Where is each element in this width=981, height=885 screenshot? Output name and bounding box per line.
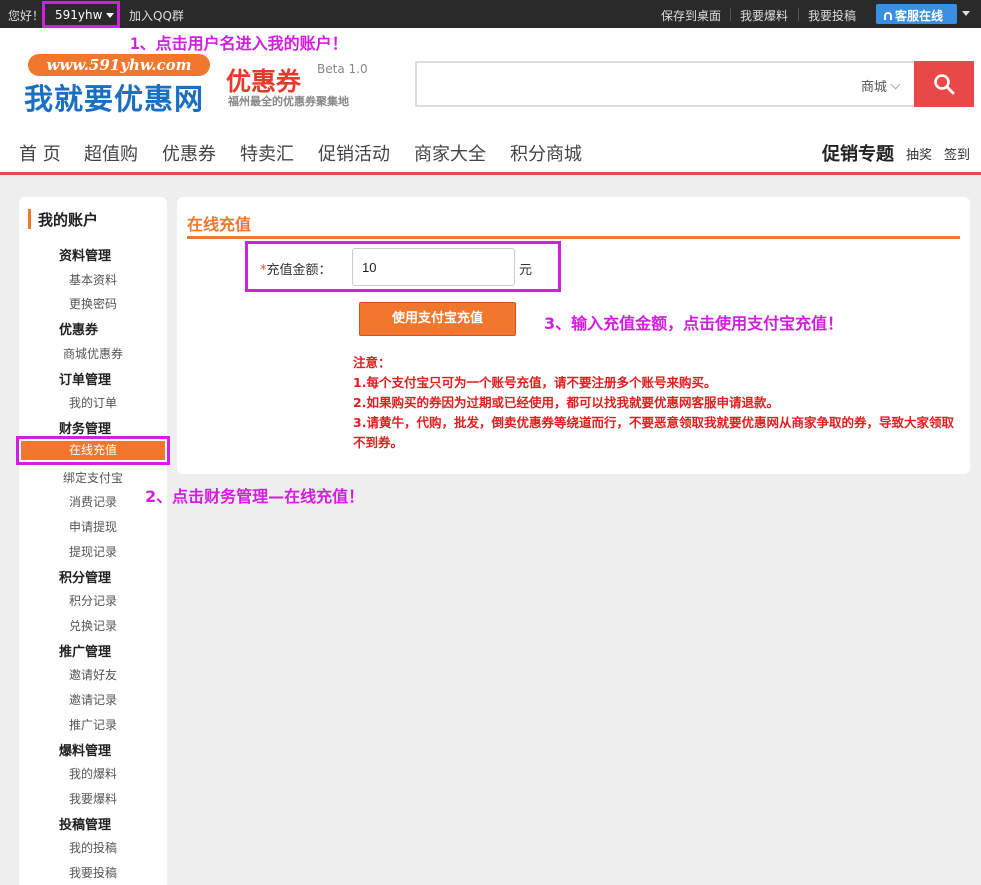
submit-article-link[interactable]: 我要投稿 [808, 7, 856, 24]
title-underline [187, 236, 960, 239]
sidebar-item-my-deals[interactable]: 我的爆料 [69, 765, 117, 782]
sidebar-group-orders: 订单管理 [59, 373, 112, 388]
qq-group-link[interactable]: 加入QQ群 [129, 7, 184, 24]
sidebar-item-request-withdrawal[interactable]: 申请提现 [69, 518, 117, 535]
search-scope-label: 商城 [861, 80, 888, 95]
sidebar-item-invite-records[interactable]: 邀请记录 [69, 691, 117, 708]
sidebar-item-mall-coupons[interactable]: 商城优惠券 [63, 345, 123, 362]
sidebar-item-spending-records[interactable]: 消费记录 [69, 493, 117, 510]
sidebar-title: 我的账户 [28, 209, 98, 229]
headset-icon [884, 12, 892, 20]
nav-promo-topics[interactable]: 促销专题 [822, 140, 894, 166]
nav-merchants[interactable]: 商家大全 [414, 140, 486, 166]
sidebar-item-my-articles[interactable]: 我的投稿 [69, 839, 117, 856]
nav-home[interactable]: 首 页 [19, 140, 61, 166]
chevron-down-icon [890, 79, 901, 90]
logo-url: www.591yhw.com [28, 54, 210, 76]
save-desktop-link[interactable]: 保存到桌面 [661, 7, 721, 24]
sidebar-item-exchange-records[interactable]: 兑换记录 [69, 617, 117, 634]
top-bar: 您好！ 591yhw 加入QQ群 保存到桌面 我要爆料 我要投稿 客服在线 [0, 0, 981, 28]
nav-checkin[interactable]: 签到 [944, 144, 970, 163]
sidebar-group-profile: 资料管理 [59, 249, 112, 264]
panel-title: 在线充值 [187, 215, 252, 234]
caret-down-icon [106, 13, 115, 18]
notice-item: 3.请黄牛，代购，批发，倒卖优惠券等绕道而行，不要恶意领取我就要优惠网从商家争取… [353, 415, 954, 450]
service-label: 客服在线 [895, 9, 944, 23]
sidebar-group-referral: 推广管理 [59, 645, 112, 660]
nav-coupons[interactable]: 优惠券 [162, 140, 216, 166]
service-online-button[interactable]: 客服在线 [876, 4, 957, 24]
account-sidebar: 我的账户 资料管理 基本资料 更换密码 优惠券 商城优惠券 订单管理 我的订单 … [16, 197, 170, 885]
notice-item: 1.每个支付宝只可为一个账号充值，请不要注册多个账号来购买。 [353, 375, 717, 390]
sidebar-item-invite-friends[interactable]: 邀请好友 [69, 666, 117, 683]
amount-unit: 元 [519, 263, 533, 278]
greeting-text: 您好！ [8, 9, 45, 23]
sidebar-item-change-password[interactable]: 更换密码 [69, 295, 117, 312]
sidebar-item-bind-alipay[interactable]: 绑定支付宝 [63, 469, 123, 486]
sidebar-item-withdrawal-records[interactable]: 提现记录 [69, 543, 117, 560]
divider [730, 8, 731, 21]
notice-block: 注意： 1.每个支付宝只可为一个账号充值，请不要注册多个账号来购买。 2.如果购… [353, 353, 958, 453]
notice-heading: 注意： [353, 355, 391, 370]
sidebar-group-coupons: 优惠券 [59, 323, 99, 338]
site-logo[interactable]: 我就要优惠网 [24, 76, 204, 118]
sidebar-group-articles: 投稿管理 [59, 818, 112, 833]
main-nav: 首 页 超值购 优惠券 特卖汇 促销活动 商家大全 积分商城 促销专题 抽奖 签… [0, 140, 981, 168]
step1-annotation: 1、点击用户名进入我的账户！ [130, 34, 348, 53]
notice-item: 2.如果购买的券因为过期或已经使用，都可以找我就要优惠网客服申请退款。 [353, 395, 779, 410]
sidebar-item-points-records[interactable]: 积分记录 [69, 592, 117, 609]
nav-lottery[interactable]: 抽奖 [906, 144, 932, 163]
nav-promotions[interactable]: 促销活动 [318, 140, 390, 166]
nav-points-mall[interactable]: 积分商城 [510, 140, 582, 166]
sidebar-item-my-orders[interactable]: 我的订单 [69, 394, 117, 411]
nav-value-deals[interactable]: 超值购 [84, 140, 138, 166]
site-header: 1、点击用户名进入我的账户！ www.591yhw.com 我就要优惠网 优惠券… [0, 28, 981, 175]
search-scope-select[interactable]: 商城 [861, 76, 901, 95]
recharge-panel: 在线充值 *充值金额： 元 使用支付宝充值 3、输入充值金额，点击使用支付宝充值… [177, 197, 970, 474]
sidebar-item-basic-info[interactable]: 基本资料 [69, 271, 117, 288]
sidebar-item-submit-deal[interactable]: 我要爆料 [69, 790, 117, 807]
step3-annotation: 3、输入充值金额，点击使用支付宝充值！ [544, 314, 844, 333]
search-icon [934, 74, 955, 95]
nav-flash-sale[interactable]: 特卖汇 [240, 140, 294, 166]
search-input[interactable] [415, 61, 915, 107]
sidebar-item-label: 在线充值 [21, 441, 165, 460]
search-button[interactable] [914, 61, 974, 107]
beta-label: Beta 1.0 [317, 62, 368, 76]
sidebar-group-finance: 财务管理 [59, 422, 112, 437]
amount-label-text: 充值金额： [266, 263, 332, 278]
submit-deal-link[interactable]: 我要爆料 [740, 7, 788, 24]
sidebar-item-referral-records[interactable]: 推广记录 [69, 716, 117, 733]
divider [798, 8, 799, 21]
logo-subtitle: 福州最全的优惠券聚集地 [228, 95, 349, 108]
sidebar-item-online-recharge[interactable]: 在线充值 [16, 436, 170, 465]
sidebar-group-points: 积分管理 [59, 571, 112, 586]
username-menu[interactable]: 591yhw [42, 1, 120, 28]
amount-input[interactable] [352, 248, 515, 286]
alipay-recharge-button[interactable]: 使用支付宝充值 [359, 302, 516, 336]
sidebar-item-submit-article[interactable]: 我要投稿 [69, 864, 117, 881]
username-label: 591yhw [55, 8, 103, 22]
amount-label: *充值金额： [260, 259, 332, 278]
chevron-down-icon[interactable] [962, 11, 970, 16]
step2-annotation: 2、点击财务管理—在线充值！ [145, 487, 365, 506]
sidebar-group-deals: 爆料管理 [59, 744, 112, 759]
